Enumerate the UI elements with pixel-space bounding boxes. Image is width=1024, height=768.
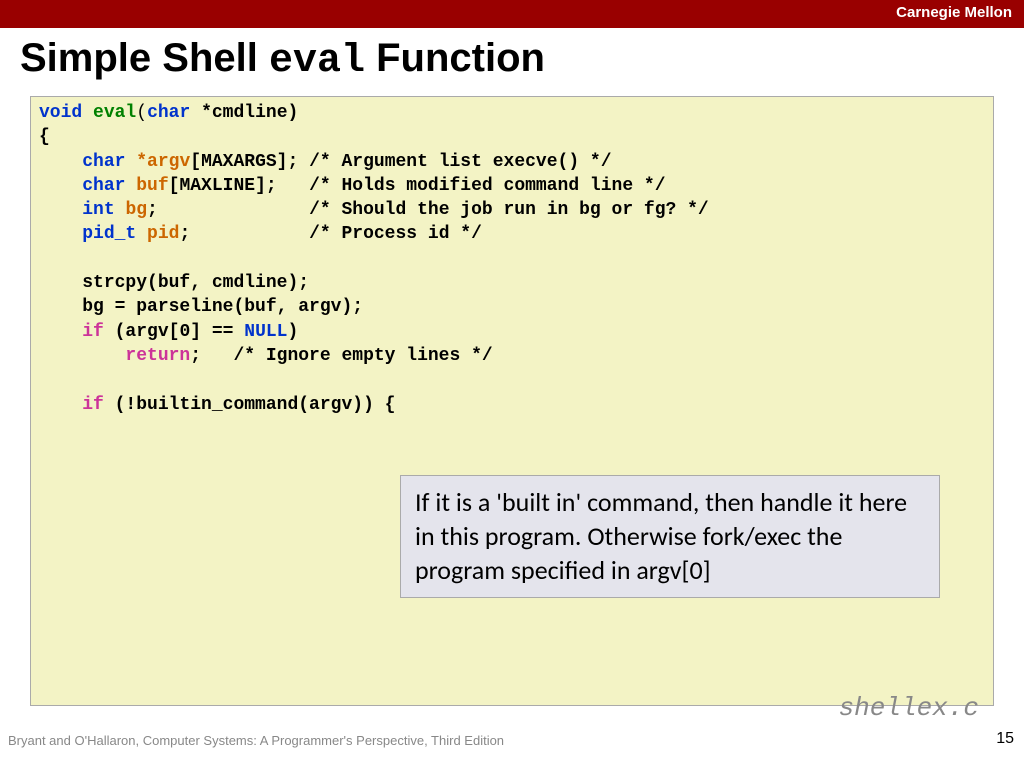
top-banner: Carnegie Mellon bbox=[0, 0, 1024, 28]
var-argv: *argv bbox=[136, 152, 190, 172]
kw-return: return bbox=[125, 346, 190, 366]
code-block: void eval(char *cmdline) { char *argv[MA… bbox=[30, 96, 994, 706]
l5-rest: ; /* Should the job run in bg or fg? */ bbox=[147, 200, 709, 220]
var-buf: buf bbox=[136, 176, 168, 196]
kw-char3: char bbox=[82, 176, 125, 196]
title-post: Function bbox=[365, 36, 545, 80]
brace-open: { bbox=[39, 127, 50, 147]
param: *cmdline) bbox=[190, 103, 298, 123]
var-bg: bg bbox=[125, 200, 147, 220]
kw-char: char bbox=[147, 103, 190, 123]
callout-box: If it is a 'built in' command, then hand… bbox=[400, 475, 940, 598]
l13-rest: (!builtin_command(argv)) { bbox=[104, 395, 396, 415]
l3-rest: [MAXARGS]; /* Argument list execve() */ bbox=[190, 152, 611, 172]
kw-if2: if bbox=[82, 395, 104, 415]
parseline: bg = parseline(buf, argv); bbox=[82, 297, 363, 317]
l11-rest: ; /* Ignore empty lines */ bbox=[190, 346, 492, 366]
source-filename: shellex.c bbox=[839, 693, 979, 723]
title-mono: eval bbox=[269, 39, 365, 84]
title-pre: Simple Shell bbox=[20, 36, 269, 80]
l4-rest: [MAXLINE]; /* Holds modified command lin… bbox=[169, 176, 666, 196]
footer-citation: Bryant and O'Hallaron, Computer Systems:… bbox=[8, 733, 504, 748]
var-pid: pid bbox=[147, 224, 179, 244]
strcpy: strcpy(buf, cmdline); bbox=[82, 273, 309, 293]
kw-if1: if bbox=[82, 322, 104, 342]
page-number: 15 bbox=[996, 730, 1014, 748]
l10-end: ) bbox=[287, 322, 298, 342]
slide-title: Simple Shell eval Function bbox=[0, 28, 1024, 96]
l10-body: (argv[0] == bbox=[104, 322, 244, 342]
l6-rest: ; /* Process id */ bbox=[179, 224, 481, 244]
kw-void: void bbox=[39, 103, 82, 123]
kw-null: NULL bbox=[244, 322, 287, 342]
fn-eval: eval bbox=[93, 103, 136, 123]
kw-pidt: pid_t bbox=[82, 224, 136, 244]
kw-char2: char bbox=[82, 152, 125, 172]
kw-int: int bbox=[82, 200, 114, 220]
